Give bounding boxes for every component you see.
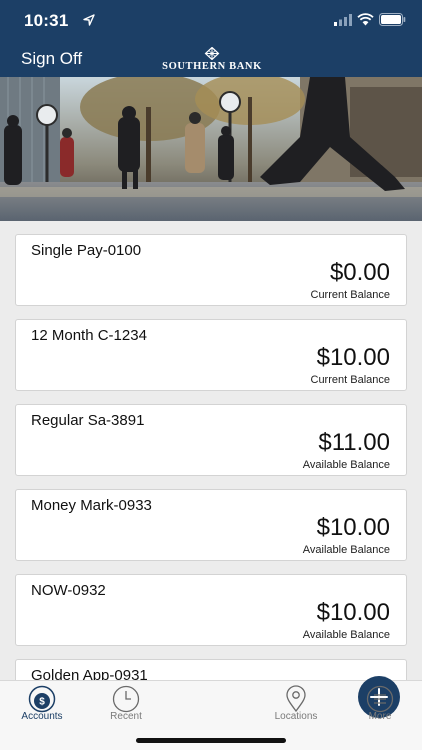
tab-accounts[interactable]: $ Accounts [0,681,84,727]
bank-logo: SOUTHERN BANK [160,47,264,73]
tab-more-label: More [368,711,392,722]
account-balance: $0.00 [329,259,390,286]
cellular-signal-icon [334,14,352,26]
account-name: 12 Month C-1234 [31,327,147,344]
dollar-icon: $ [28,685,56,713]
location-pin-icon [286,685,306,713]
status-bar: 10:31 [0,0,422,40]
account-card[interactable]: Money Mark-0933 $10.00 Available Balance [15,489,407,561]
account-name: Golden App-0931 [31,667,148,680]
tab-recent[interactable]: Recent [84,681,168,727]
wifi-icon [357,13,374,26]
battery-icon [379,13,406,26]
account-card[interactable]: Single Pay-0100 $0.00 Current Balance [15,234,407,306]
balance-type-label: Available Balance [302,459,390,471]
svg-text:$: $ [39,697,45,708]
bank-logo-icon [204,47,220,60]
home-indicator[interactable] [136,738,286,743]
top-bar: 10:31 Sign Off SOUTHERN BANK [0,0,422,77]
balance-type-label: Available Balance [302,629,390,641]
balance-type-label: Current Balance [310,374,391,386]
account-balance: $10.00 [316,344,390,371]
tab-locations[interactable]: Locations [254,681,338,727]
account-card[interactable]: Regular Sa-3891 $11.00 Available Balance [15,404,407,476]
account-balance: $10.00 [316,599,390,626]
tab-locations-label: Locations [274,711,318,722]
city-commuters-image [0,77,422,221]
location-arrow-icon [83,14,95,26]
account-balance: $10.00 [316,514,390,541]
hero-photo [0,77,422,221]
tab-recent-label: Recent [110,711,142,722]
status-time: 10:31 [24,11,69,30]
balance-type-label: Available Balance [302,544,390,556]
sign-off-button[interactable]: Sign Off [21,49,82,69]
account-card[interactable]: NOW-0932 $10.00 Available Balance [15,574,407,646]
account-name: Single Pay-0100 [31,242,142,259]
account-name: Regular Sa-3891 [31,412,145,429]
bank-logo-text: SOUTHERN BANK [162,61,262,72]
accounts-list[interactable]: Single Pay-0100 $0.00 Current Balance 12… [0,221,422,680]
account-card[interactable]: Golden App-0931 [15,659,407,680]
account-balance: $11.00 [318,429,390,456]
clock-icon [112,685,140,713]
tab-more[interactable]: More [338,681,422,727]
account-name: Money Mark-0933 [31,497,152,514]
tab-accounts-label: Accounts [21,711,63,722]
balance-type-label: Current Balance [310,289,391,301]
menu-icon [366,685,394,713]
account-card[interactable]: 12 Month C-1234 $10.00 Current Balance [15,319,407,391]
tab-add[interactable] [168,676,400,727]
account-name: NOW-0932 [31,582,106,599]
